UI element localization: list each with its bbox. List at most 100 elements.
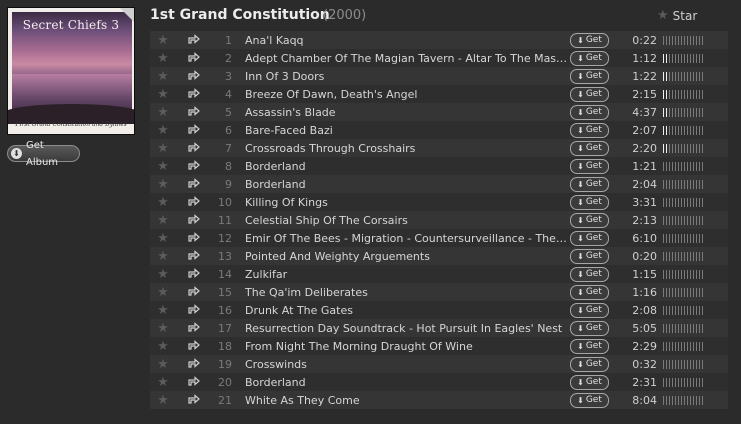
get-track-button[interactable]: ⬇ Get [570, 338, 609, 354]
track-row[interactable]: ★ 6 Bare-Faced Bazi ⬇ Get 2:07 [150, 121, 728, 139]
share-icon[interactable] [176, 51, 212, 65]
track-row[interactable]: ★ 13 Pointed And Weighty Arguements ⬇ Get 0:2… [150, 247, 728, 265]
star-icon[interactable]: ★ [150, 285, 176, 300]
star-icon[interactable]: ★ [150, 357, 176, 372]
track-row[interactable]: ★ 17 Resurrection Day Soundtrack - Hot Pur… [150, 319, 728, 337]
track-row[interactable]: ★ 3 Inn Of 3 Doors ⬇ Get 1:22 [150, 67, 728, 85]
star-icon[interactable]: ★ [150, 375, 176, 390]
share-icon[interactable] [176, 339, 212, 353]
track-row[interactable]: ★ 19 Crosswinds ⬇ Get 0:32 [150, 355, 728, 373]
star-icon[interactable]: ★ [150, 33, 176, 48]
star-icon[interactable]: ★ [150, 393, 176, 408]
track-row[interactable]: ★ 9 Borderland ⬇ Get 2:04 [150, 175, 728, 193]
track-row[interactable]: ★ 16 Drunk At The Gates ⬇ Get 2:08 [150, 301, 728, 319]
get-track-button[interactable]: ⬇ Get [570, 104, 609, 120]
get-track-button[interactable]: ⬇ Get [570, 248, 609, 264]
share-icon[interactable] [176, 195, 212, 209]
star-icon[interactable]: ★ [150, 231, 176, 246]
share-icon[interactable] [176, 231, 212, 245]
track-title[interactable]: Drunk At The Gates [244, 304, 568, 317]
track-title[interactable]: Bare-Faced Bazi [244, 124, 568, 137]
star-icon[interactable]: ★ [150, 87, 176, 102]
track-title[interactable]: Borderland [244, 178, 568, 191]
get-track-button[interactable]: ⬇ Get [570, 68, 609, 84]
star-icon[interactable]: ★ [150, 177, 176, 192]
star-icon[interactable]: ★ [150, 123, 176, 138]
get-album-button[interactable]: ⬇ Get Album [7, 140, 80, 168]
star-icon[interactable]: ★ [150, 339, 176, 354]
share-icon[interactable] [176, 177, 212, 191]
track-title[interactable]: Adept Chamber Of The Magian Tavern - Alt… [244, 52, 568, 65]
star-icon[interactable]: ★ [150, 195, 176, 210]
get-track-button[interactable]: ⬇ Get [570, 32, 609, 48]
track-row[interactable]: ★ 20 Borderland ⬇ Get 2:31 [150, 373, 728, 391]
track-row[interactable]: ★ 1 Ana'l Kaqq ⬇ Get 0:22 [150, 31, 728, 49]
share-icon[interactable] [176, 393, 212, 407]
track-row[interactable]: ★ 4 Breeze Of Dawn, Death's Angel ⬇ Get 2:15 [150, 85, 728, 103]
share-icon[interactable] [176, 69, 212, 83]
star-icon[interactable]: ★ [150, 159, 176, 174]
track-row[interactable]: ★ 7 Crossroads Through Crosshairs ⬇ Get 2:20 [150, 139, 728, 157]
share-icon[interactable] [176, 33, 212, 47]
get-track-button[interactable]: ⬇ Get [570, 266, 609, 282]
share-icon[interactable] [176, 249, 212, 263]
track-title[interactable]: The Qa'im Deliberates [244, 286, 568, 299]
star-icon[interactable]: ★ [150, 213, 176, 228]
star-icon[interactable]: ★ [150, 69, 176, 84]
track-title[interactable]: Resurrection Day Soundtrack - Hot Pursui… [244, 322, 568, 335]
star-album-button[interactable]: ★ Star [657, 8, 697, 23]
get-track-button[interactable]: ⬇ Get [570, 356, 609, 372]
track-title[interactable]: From Night The Morning Draught Of Wine [244, 340, 568, 353]
track-title[interactable]: Borderland [244, 160, 568, 173]
track-title[interactable]: Killing Of Kings [244, 196, 568, 209]
share-icon[interactable] [176, 159, 212, 173]
share-icon[interactable] [176, 105, 212, 119]
star-icon[interactable]: ★ [150, 141, 176, 156]
track-title[interactable]: Crosswinds [244, 358, 568, 371]
get-track-button[interactable]: ⬇ Get [570, 158, 609, 174]
track-title[interactable]: Ana'l Kaqq [244, 34, 568, 47]
get-track-button[interactable]: ⬇ Get [570, 320, 609, 336]
get-track-button[interactable]: ⬇ Get [570, 194, 609, 210]
get-track-button[interactable]: ⬇ Get [570, 302, 609, 318]
get-track-button[interactable]: ⬇ Get [570, 392, 609, 408]
share-icon[interactable] [176, 285, 212, 299]
star-icon[interactable]: ★ [150, 105, 176, 120]
get-track-button[interactable]: ⬇ Get [570, 50, 609, 66]
get-track-button[interactable]: ⬇ Get [570, 212, 609, 228]
track-title[interactable]: White As They Come [244, 394, 568, 407]
get-track-button[interactable]: ⬇ Get [570, 176, 609, 192]
track-row[interactable]: ★ 14 Zulkifar ⬇ Get 1:15 [150, 265, 728, 283]
get-track-button[interactable]: ⬇ Get [570, 374, 609, 390]
track-row[interactable]: ★ 8 Borderland ⬇ Get 1:21 [150, 157, 728, 175]
star-icon[interactable]: ★ [150, 249, 176, 264]
track-title[interactable]: Crossroads Through Crosshairs [244, 142, 568, 155]
track-title[interactable]: Zulkifar [244, 268, 568, 281]
get-track-button[interactable]: ⬇ Get [570, 86, 609, 102]
share-icon[interactable] [176, 375, 212, 389]
track-row[interactable]: ★ 15 The Qa'im Deliberates ⬇ Get 1:16 [150, 283, 728, 301]
track-title[interactable]: Emir Of The Bees - Migration - Countersu… [244, 232, 568, 245]
share-icon[interactable] [176, 213, 212, 227]
share-icon[interactable] [176, 357, 212, 371]
star-icon[interactable]: ★ [150, 51, 176, 66]
track-row[interactable]: ★ 12 Emir Of The Bees - Migration - Counte… [150, 229, 728, 247]
track-title[interactable]: Celestial Ship Of The Corsairs [244, 214, 568, 227]
share-icon[interactable] [176, 141, 212, 155]
track-title[interactable]: Inn Of 3 Doors [244, 70, 568, 83]
share-icon[interactable] [176, 123, 212, 137]
track-row[interactable]: ★ 10 Killing Of Kings ⬇ Get 3:31 [150, 193, 728, 211]
track-title[interactable]: Assassin's Blade [244, 106, 568, 119]
track-row[interactable]: ★ 5 Assassin's Blade ⬇ Get 4:37 [150, 103, 728, 121]
album-cover[interactable]: Secret Chiefs 3 First Grand Constitution… [7, 7, 135, 135]
get-track-button[interactable]: ⬇ Get [570, 284, 609, 300]
track-title[interactable]: Pointed And Weighty Arguements [244, 250, 568, 263]
track-title[interactable]: Breeze Of Dawn, Death's Angel [244, 88, 568, 101]
share-icon[interactable] [176, 267, 212, 281]
get-track-button[interactable]: ⬇ Get [570, 230, 609, 246]
star-icon[interactable]: ★ [150, 303, 176, 318]
track-row[interactable]: ★ 21 White As They Come ⬇ Get 8:04 [150, 391, 728, 409]
track-row[interactable]: ★ 18 From Night The Morning Draught Of Win… [150, 337, 728, 355]
star-icon[interactable]: ★ [150, 321, 176, 336]
share-icon[interactable] [176, 87, 212, 101]
